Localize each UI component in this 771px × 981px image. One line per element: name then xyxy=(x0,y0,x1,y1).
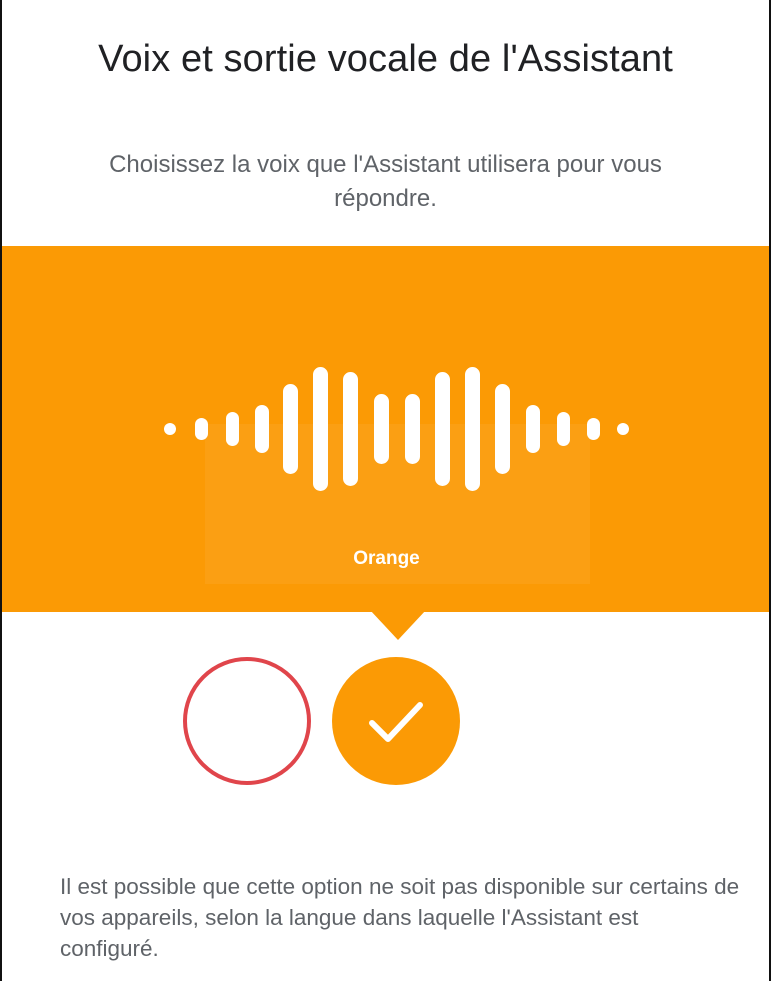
wave-bar xyxy=(526,405,540,453)
voice-option-red[interactable] xyxy=(183,657,311,785)
wave-bar xyxy=(587,418,600,440)
wave-bar xyxy=(313,367,328,491)
wave-bar xyxy=(195,418,208,440)
wave-bar xyxy=(557,412,570,446)
voice-option-orange[interactable] xyxy=(332,657,460,785)
wave-bar xyxy=(465,367,480,491)
wave-bar xyxy=(495,384,510,474)
wave-bar xyxy=(226,412,239,446)
wave-bar xyxy=(374,394,389,464)
availability-note: Il est possible que cette option ne soit… xyxy=(60,874,740,961)
page-subtitle: Choisissez la voix que l'Assistant utili… xyxy=(109,151,662,212)
page-title: Voix et sortie vocale de l'Assistant xyxy=(98,38,673,80)
wave-bar xyxy=(343,372,358,486)
check-icon xyxy=(369,702,423,742)
wave-bar xyxy=(164,423,176,435)
selected-voice-name: Orange xyxy=(353,548,420,569)
selection-pointer xyxy=(370,610,426,640)
wave-bar xyxy=(283,384,298,474)
voice-settings-screen: Voix et sortie vocale de l'Assistant Cho… xyxy=(0,0,771,981)
wave-bar xyxy=(255,405,269,453)
wave-bar xyxy=(405,394,420,464)
voice-preview-banner: Orange xyxy=(2,246,769,612)
wave-bar xyxy=(435,372,450,486)
wave-bar xyxy=(617,423,629,435)
